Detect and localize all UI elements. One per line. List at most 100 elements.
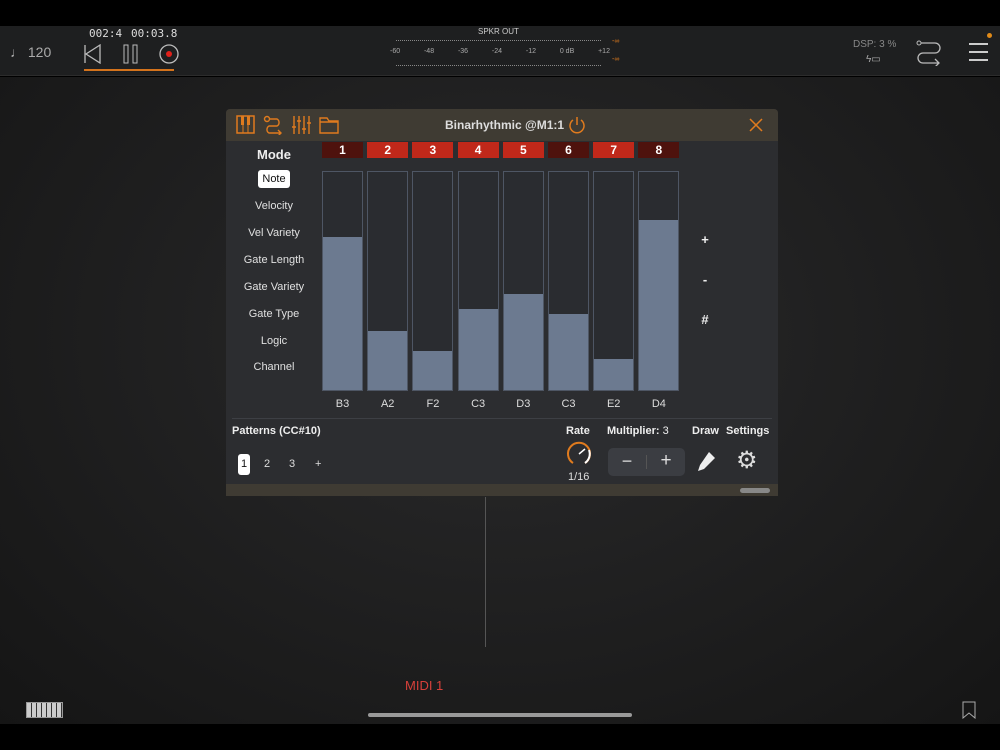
step-note-label: E2 bbox=[606, 398, 621, 410]
keyboard-icon[interactable] bbox=[236, 115, 256, 135]
step-slider[interactable] bbox=[638, 171, 680, 391]
mode-logic[interactable]: Logic bbox=[232, 335, 316, 347]
tempo[interactable]: ♩ 120 bbox=[10, 44, 51, 60]
resize-handle[interactable] bbox=[740, 488, 770, 493]
step-toggle[interactable]: 5 bbox=[502, 142, 544, 158]
pattern-2-button[interactable]: 2 bbox=[264, 458, 270, 470]
pattern-3-button[interactable]: 3 bbox=[289, 458, 295, 470]
step-toggle[interactable]: 7 bbox=[593, 142, 635, 158]
mode-vel-variety[interactable]: Vel Variety bbox=[232, 227, 316, 239]
plugin-footer bbox=[226, 484, 778, 496]
home-indicator bbox=[368, 713, 632, 717]
rate-knob[interactable] bbox=[565, 440, 593, 468]
step-slider[interactable] bbox=[322, 171, 363, 391]
position: 002:4 bbox=[89, 27, 123, 40]
mode-label: Mode bbox=[257, 147, 291, 162]
time: 00:03.8 bbox=[131, 27, 178, 40]
add-pattern-button[interactable]: + bbox=[315, 458, 321, 470]
pencil-icon[interactable] bbox=[695, 450, 717, 474]
decrease-button[interactable]: - bbox=[695, 272, 715, 287]
tick: +12 bbox=[598, 48, 610, 55]
close-icon[interactable] bbox=[748, 117, 764, 133]
gear-icon[interactable]: ⚙ bbox=[736, 448, 758, 474]
step-toggle[interactable]: 8 bbox=[638, 142, 680, 158]
step-value-fill bbox=[549, 313, 588, 390]
tick: 0 dB bbox=[559, 48, 575, 55]
meter-title: SPKR OUT bbox=[478, 27, 519, 36]
step-slider[interactable] bbox=[367, 171, 409, 391]
mode-gate-type[interactable]: Gate Type bbox=[232, 308, 316, 320]
tick: -36 bbox=[457, 48, 469, 55]
tick: -60 bbox=[390, 48, 401, 55]
rewind-icon[interactable] bbox=[83, 44, 101, 64]
mode-gate-variety[interactable]: Gate Variety bbox=[232, 281, 316, 293]
step-value-fill bbox=[413, 350, 453, 390]
mode-note[interactable]: Note bbox=[258, 170, 290, 188]
sharp-button[interactable]: # bbox=[695, 312, 715, 327]
draw-label: Draw bbox=[692, 425, 719, 437]
menu-icon[interactable] bbox=[969, 43, 988, 61]
step-toggle[interactable]: 1 bbox=[322, 142, 363, 158]
step-note-label: A2 bbox=[380, 398, 395, 410]
settings-label: Settings bbox=[726, 425, 770, 437]
mode-channel[interactable]: Channel bbox=[232, 361, 316, 373]
multiplier-decrease[interactable]: − bbox=[608, 451, 646, 472]
keyboard-icon[interactable] bbox=[26, 702, 63, 718]
pause-icon[interactable] bbox=[122, 44, 140, 64]
step-slider[interactable] bbox=[412, 171, 454, 391]
step-value-fill bbox=[503, 294, 543, 390]
pattern-1-button[interactable]: 1 bbox=[238, 454, 250, 475]
routing-icon[interactable] bbox=[263, 115, 283, 135]
step-note-label: C3 bbox=[561, 398, 576, 410]
step-note-label: C3 bbox=[471, 398, 486, 410]
step-note-label: D3 bbox=[516, 398, 531, 410]
multiplier-stepper: − + bbox=[608, 448, 685, 476]
bookmark-icon[interactable] bbox=[962, 701, 976, 719]
plugin-header: Binarhythmic @M1:1 bbox=[226, 109, 778, 141]
step-note-label: D4 bbox=[651, 398, 666, 410]
step-value-fill bbox=[368, 331, 408, 390]
plugin-title: Binarhythmic @M1:1 bbox=[445, 118, 565, 132]
top-toolbar: ♩ 120 002:4 00:03.8 SPKR OUT -60 -48 -36 -2… bbox=[0, 26, 1000, 76]
multiplier-value: 3 bbox=[662, 425, 669, 437]
step-toggle[interactable]: 6 bbox=[548, 142, 589, 158]
step-toggle[interactable]: 4 bbox=[457, 142, 499, 158]
meter-scale: -60 -48 -36 -24 -12 0 dB +12 bbox=[390, 48, 610, 55]
multiplier-increase[interactable]: + bbox=[647, 450, 685, 472]
patterns-label: Patterns (CC#10) bbox=[232, 425, 321, 437]
step-value-fill bbox=[458, 309, 498, 390]
midi-node-label[interactable]: MIDI 1 bbox=[405, 678, 443, 693]
step-slider[interactable] bbox=[502, 171, 544, 391]
notification-dot bbox=[987, 33, 992, 38]
increase-button[interactable]: + bbox=[695, 232, 715, 247]
step-note-label: B3 bbox=[335, 398, 350, 410]
tick: -12 bbox=[525, 48, 536, 55]
mixer-icon[interactable] bbox=[291, 115, 311, 135]
record-icon[interactable] bbox=[158, 43, 180, 65]
divider bbox=[232, 418, 772, 419]
mode-velocity[interactable]: Velocity bbox=[232, 200, 316, 212]
step-toggle[interactable]: 2 bbox=[367, 142, 409, 158]
step-slider[interactable] bbox=[548, 171, 589, 391]
step-value-fill bbox=[594, 359, 634, 390]
mode-gate-length[interactable]: Gate Length bbox=[232, 254, 316, 266]
step-value-fill bbox=[323, 237, 362, 390]
step-note-label: F2 bbox=[426, 398, 440, 410]
peak-left: -∞ bbox=[612, 38, 620, 45]
connection-line bbox=[485, 497, 486, 647]
peak-right: -∞ bbox=[612, 56, 620, 63]
step-slider[interactable] bbox=[457, 171, 499, 391]
step-slider[interactable] bbox=[593, 171, 635, 391]
routing-icon[interactable] bbox=[915, 38, 943, 66]
multiplier-label: Multiplier: bbox=[607, 425, 660, 437]
tick: -24 bbox=[491, 48, 503, 55]
folder-icon[interactable] bbox=[319, 115, 339, 135]
rate-label: Rate bbox=[566, 425, 590, 437]
step-value-fill bbox=[639, 219, 679, 390]
transport-progress bbox=[84, 69, 174, 71]
battery-icon: ϟ▭ bbox=[866, 54, 881, 65]
power-icon[interactable] bbox=[567, 115, 587, 135]
rate-value: 1/16 bbox=[568, 471, 590, 483]
step-toggle[interactable]: 3 bbox=[412, 142, 454, 158]
dsp-readout: DSP: 3 % bbox=[853, 39, 897, 50]
